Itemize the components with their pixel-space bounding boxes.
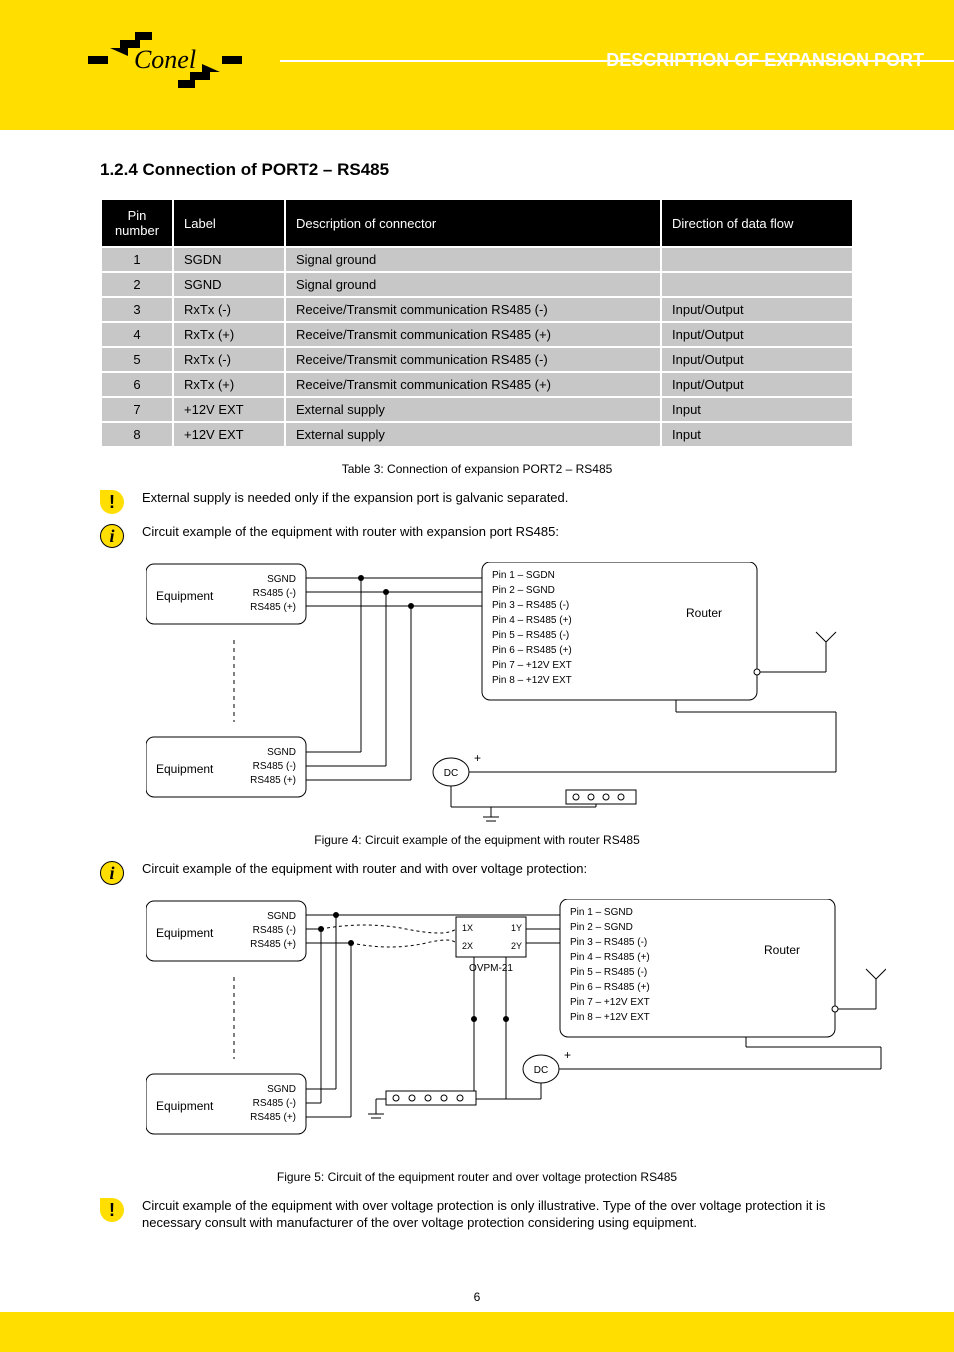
svg-text:Router: Router: [686, 606, 722, 620]
svg-text:2Y: 2Y: [511, 941, 522, 951]
svg-text:2X: 2X: [462, 941, 473, 951]
svg-text:RS485 (-): RS485 (-): [253, 925, 296, 936]
svg-text:RS485 (+): RS485 (+): [250, 939, 296, 950]
svg-text:RS485 (-): RS485 (-): [253, 588, 296, 599]
info-note-2: i Circuit example of the equipment with …: [100, 861, 854, 885]
th-dir: Direction of data flow: [662, 200, 852, 246]
diagram-fig4: Equipment SGND RS485 (-) RS485 (+) Equip…: [146, 562, 846, 822]
table-row: 2SGNDSignal ground: [102, 273, 852, 296]
note-text: Circuit example of the equipment with ro…: [142, 524, 854, 541]
section-heading: 1.2.4 Connection of PORT2 – RS485: [100, 160, 854, 180]
info-icon: i: [100, 524, 124, 548]
svg-text:SGND: SGND: [267, 911, 296, 922]
warning-icon: !: [100, 1198, 124, 1222]
svg-text:DC: DC: [534, 1065, 548, 1076]
svg-text:1X: 1X: [462, 923, 473, 933]
page-number: 6: [0, 1282, 954, 1312]
info-note-1: i Circuit example of the equipment with …: [100, 524, 854, 548]
svg-text:Router: Router: [764, 943, 800, 957]
svg-text:DC: DC: [444, 768, 458, 779]
warning-icon: !: [100, 490, 124, 514]
footer-band: [0, 1312, 954, 1352]
svg-text:Pin 3 – RS485 (-): Pin 3 – RS485 (-): [492, 600, 569, 611]
svg-text:Conel: Conel: [134, 45, 196, 74]
svg-text:Pin 5 – RS485 (-): Pin 5 – RS485 (-): [492, 630, 569, 641]
svg-text:Equipment: Equipment: [156, 1099, 214, 1113]
table-row: 4RxTx (+)Receive/Transmit communication …: [102, 323, 852, 346]
th-label: Label: [174, 200, 284, 246]
svg-text:RS485 (+): RS485 (+): [250, 602, 296, 613]
connection-table: Pin number Label Description of connecto…: [100, 198, 854, 448]
th-desc: Description of connector: [286, 200, 660, 246]
svg-text:Equipment: Equipment: [156, 589, 214, 603]
svg-text:RS485 (+): RS485 (+): [250, 775, 296, 786]
svg-text:Pin 3 – RS485 (-): Pin 3 – RS485 (-): [570, 937, 647, 948]
svg-text:Pin 1 – SGDN: Pin 1 – SGDN: [492, 570, 555, 581]
header-title: DESCRIPTION OF EXPANSION PORT: [606, 50, 924, 71]
note-text: Circuit example of the equipment with ro…: [142, 861, 854, 878]
table-row: 5RxTx (-)Receive/Transmit communication …: [102, 348, 852, 371]
svg-text:OVPM-21: OVPM-21: [469, 963, 513, 974]
svg-text:SGND: SGND: [267, 1084, 296, 1095]
svg-text:RS485 (-): RS485 (-): [253, 1098, 296, 1109]
svg-text:RS485 (+): RS485 (+): [250, 1112, 296, 1123]
table-row: 8+12V EXTExternal supplyInput: [102, 423, 852, 446]
svg-text:Equipment: Equipment: [156, 926, 214, 940]
svg-text:Pin 7 – +12V EXT: Pin 7 – +12V EXT: [492, 660, 572, 671]
svg-text:Pin 6 – RS485 (+): Pin 6 – RS485 (+): [492, 645, 572, 656]
table-row: 6RxTx (+)Receive/Transmit communication …: [102, 373, 852, 396]
figure-5-caption: Figure 5: Circuit of the equipment route…: [100, 1170, 854, 1184]
svg-text:Pin 2 – SGND: Pin 2 – SGND: [570, 922, 633, 933]
svg-text:Pin 5 – RS485 (-): Pin 5 – RS485 (-): [570, 967, 647, 978]
svg-text:Pin 4 – RS485 (+): Pin 4 – RS485 (+): [492, 615, 572, 626]
warning-note-1: ! External supply is needed only if the …: [100, 490, 854, 514]
svg-text:SGND: SGND: [267, 574, 296, 585]
header-band: Conel DESCRIPTION OF EXPANSION PORT: [0, 0, 954, 130]
warning-note-2: ! Circuit example of the equipment with …: [100, 1198, 854, 1232]
note-text: External supply is needed only if the ex…: [142, 490, 854, 507]
info-icon: i: [100, 861, 124, 885]
svg-text:Pin 4 – RS485 (+): Pin 4 – RS485 (+): [570, 952, 650, 963]
svg-text:Pin 1 – SGND: Pin 1 – SGND: [570, 907, 633, 918]
svg-text:+: +: [564, 1048, 571, 1062]
svg-text:Pin 8 – +12V EXT: Pin 8 – +12V EXT: [492, 675, 572, 686]
svg-text:Pin 6 – RS485 (+): Pin 6 – RS485 (+): [570, 982, 650, 993]
table-row: 1SGDNSignal ground: [102, 248, 852, 271]
table-row: 7+12V EXTExternal supplyInput: [102, 398, 852, 421]
svg-text:SGND: SGND: [267, 747, 296, 758]
diagram-fig5: Equipment SGND RS485 (-) RS485 (+) Equip…: [146, 899, 886, 1159]
svg-text:Equipment: Equipment: [156, 762, 214, 776]
svg-text:+: +: [474, 751, 481, 765]
svg-text:RS485 (-): RS485 (-): [253, 761, 296, 772]
svg-text:Pin 7 – +12V EXT: Pin 7 – +12V EXT: [570, 997, 650, 1008]
table-row: 3RxTx (-)Receive/Transmit communication …: [102, 298, 852, 321]
page-content: 1.2.4 Connection of PORT2 – RS485 Pin nu…: [0, 130, 954, 1282]
brand-logo: Conel: [80, 28, 250, 98]
th-pin: Pin number: [102, 200, 172, 246]
svg-text:1Y: 1Y: [511, 923, 522, 933]
note-text: Circuit example of the equipment with ov…: [142, 1198, 854, 1232]
table-caption: Table 3: Connection of expansion PORT2 –…: [100, 462, 854, 476]
svg-text:Pin 2 – SGND: Pin 2 – SGND: [492, 585, 555, 596]
figure-4-caption: Figure 4: Circuit example of the equipme…: [100, 833, 854, 847]
svg-text:Pin 8 – +12V EXT: Pin 8 – +12V EXT: [570, 1012, 650, 1023]
